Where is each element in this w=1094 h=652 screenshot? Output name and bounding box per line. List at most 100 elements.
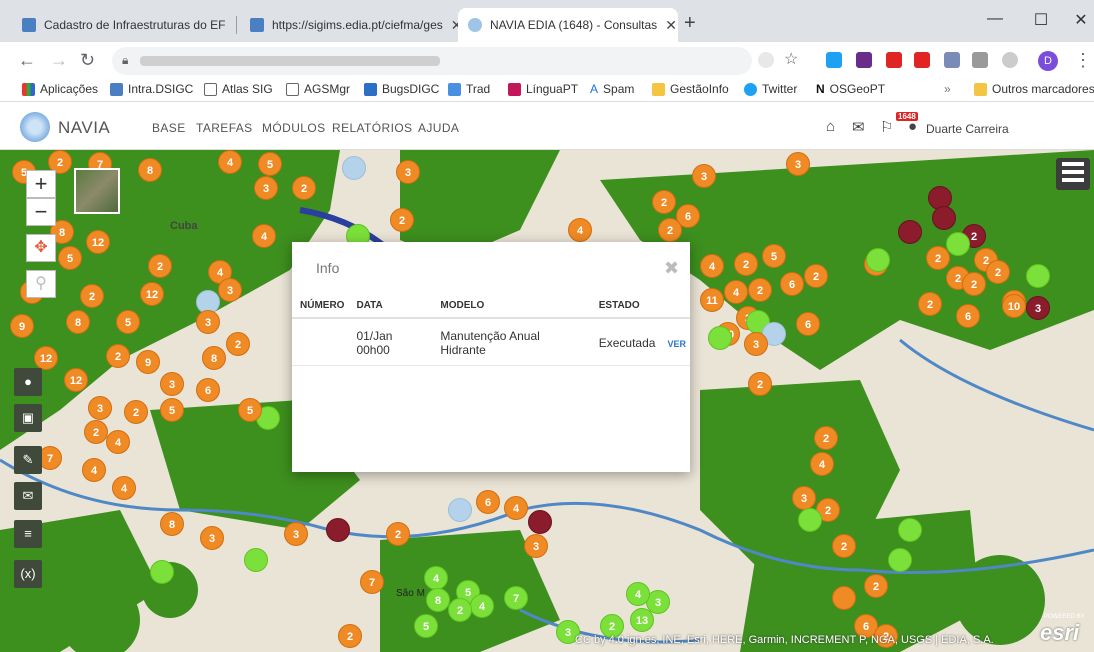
- map-marker[interactable]: [326, 518, 350, 542]
- close-icon[interactable]: ✖: [664, 258, 679, 279]
- formula-tool-icon[interactable]: (x): [14, 560, 42, 588]
- map-marker[interactable]: 6: [476, 490, 500, 514]
- map-marker[interactable]: 2: [864, 574, 888, 598]
- map-marker[interactable]: 4: [218, 150, 242, 174]
- map-marker[interactable]: 9: [10, 314, 34, 338]
- map-marker[interactable]: 2: [226, 332, 250, 356]
- map-marker[interactable]: [244, 548, 268, 572]
- map-marker[interactable]: 3: [196, 310, 220, 334]
- map-marker[interactable]: 4: [106, 430, 130, 454]
- map-marker[interactable]: 2: [124, 400, 148, 424]
- ver-link[interactable]: VER: [667, 339, 686, 349]
- star-icon[interactable]: ☆: [784, 49, 798, 69]
- chrome-menu-icon[interactable]: ⋮: [1074, 50, 1092, 71]
- map-marker[interactable]: 4: [724, 280, 748, 304]
- bookmark-atlas-sig[interactable]: Atlas SIG: [204, 82, 273, 96]
- map-marker[interactable]: 4: [568, 218, 592, 242]
- map-marker[interactable]: 2: [748, 372, 772, 396]
- map-marker[interactable]: [946, 232, 970, 256]
- twitter-extension-icon[interactable]: [826, 52, 842, 68]
- map-marker[interactable]: 2: [734, 252, 758, 276]
- map-marker[interactable]: 2: [292, 176, 316, 200]
- map-marker[interactable]: 2: [652, 190, 676, 214]
- map-marker[interactable]: 6: [956, 304, 980, 328]
- map-marker[interactable]: 3: [254, 176, 278, 200]
- map-marker[interactable]: [888, 548, 912, 572]
- map-marker[interactable]: 2: [804, 264, 828, 288]
- map-marker[interactable]: 12: [140, 282, 164, 306]
- map-marker[interactable]: 10: [1002, 294, 1026, 318]
- bookmark-apps[interactable]: Aplicações: [22, 82, 98, 96]
- user-name[interactable]: Duarte Carreira: [926, 122, 1009, 136]
- map-marker[interactable]: [832, 586, 856, 610]
- bookmarks-overflow[interactable]: »: [944, 82, 951, 96]
- map-marker[interactable]: [798, 508, 822, 532]
- extension-circle-icon[interactable]: [1002, 52, 1018, 68]
- map-marker[interactable]: 3: [218, 278, 242, 302]
- map-marker[interactable]: 2: [338, 624, 362, 648]
- map-marker[interactable]: 11: [700, 288, 724, 312]
- extension-youtube-icon[interactable]: [886, 52, 902, 68]
- home-icon[interactable]: ⌂: [826, 118, 835, 135]
- map-marker[interactable]: 4: [626, 582, 650, 606]
- bookmark-osgeopt[interactable]: N OSGeoPT: [816, 82, 885, 96]
- zoom-out-button[interactable]: −: [26, 198, 56, 226]
- map-marker[interactable]: 2: [448, 598, 472, 622]
- map-marker[interactable]: 2: [658, 218, 682, 242]
- map-marker[interactable]: 12: [64, 368, 88, 392]
- map-marker[interactable]: [708, 326, 732, 350]
- map-marker[interactable]: 4: [252, 224, 276, 248]
- map-marker[interactable]: 3: [284, 522, 308, 546]
- map-marker[interactable]: [150, 560, 174, 584]
- map-marker[interactable]: 2: [390, 208, 414, 232]
- wrench-tool-icon[interactable]: ✎: [14, 446, 42, 474]
- person-tool-icon[interactable]: ●: [14, 368, 42, 396]
- map-marker[interactable]: 6: [780, 272, 804, 296]
- map-marker[interactable]: 5: [258, 152, 282, 176]
- map-marker[interactable]: 5: [762, 244, 786, 268]
- translate-icon[interactable]: [758, 52, 774, 68]
- layer-list-button[interactable]: [1056, 158, 1090, 190]
- bookmark-spam[interactable]: Α Spam: [590, 82, 634, 96]
- map-marker[interactable]: 8: [66, 310, 90, 334]
- mail-icon[interactable]: ✉: [852, 118, 865, 136]
- back-icon[interactable]: ←: [18, 50, 36, 71]
- map-marker[interactable]: 12: [34, 346, 58, 370]
- close-window-icon[interactable]: ✕: [1058, 10, 1094, 30]
- profile-avatar[interactable]: D: [1038, 51, 1058, 71]
- map-marker[interactable]: 3: [692, 164, 716, 188]
- new-tab-icon[interactable]: +: [684, 12, 696, 35]
- chat-tool-icon[interactable]: ✉: [14, 482, 42, 510]
- map-marker[interactable]: [528, 510, 552, 534]
- map-marker[interactable]: 4: [112, 476, 136, 500]
- menu-ajuda[interactable]: AJUDA: [418, 121, 459, 135]
- bookmark-bugsdigc[interactable]: BugsDIGC: [364, 82, 439, 96]
- map-marker[interactable]: 8: [426, 588, 450, 612]
- map-marker[interactable]: [866, 248, 890, 272]
- map-marker[interactable]: 2: [84, 420, 108, 444]
- map-marker[interactable]: 3: [792, 486, 816, 510]
- forward-icon[interactable]: →: [50, 50, 68, 71]
- map-marker[interactable]: 8: [138, 158, 162, 182]
- map-marker[interactable]: [898, 220, 922, 244]
- extension-f-icon[interactable]: [914, 52, 930, 68]
- map-marker[interactable]: 3: [88, 396, 112, 420]
- table-tool-icon[interactable]: ≡: [14, 520, 42, 548]
- minimize-icon[interactable]: —: [972, 10, 1018, 28]
- extension-v-icon[interactable]: [856, 52, 872, 68]
- menu-tarefas[interactable]: TAREFAS: [196, 121, 253, 135]
- basemap-thumbnail[interactable]: [74, 168, 120, 214]
- map-marker[interactable]: 6: [196, 378, 220, 402]
- image-tool-icon[interactable]: ▣: [14, 404, 42, 432]
- map-marker[interactable]: 3: [160, 372, 184, 396]
- map-marker[interactable]: 3: [744, 332, 768, 356]
- bookmark-twitter[interactable]: Twitter: [744, 82, 797, 96]
- browser-tab-0[interactable]: Cadastro de Infraestruturas do EF ✕: [12, 8, 232, 42]
- map-marker[interactable]: 9: [136, 350, 160, 374]
- menu-base[interactable]: BASE: [152, 121, 186, 135]
- map-marker[interactable]: 3: [786, 152, 810, 176]
- locate-icon[interactable]: ✥: [26, 234, 56, 262]
- map-marker[interactable]: 2: [986, 260, 1010, 284]
- map-marker[interactable]: 2: [832, 534, 856, 558]
- extension-book-icon[interactable]: [944, 52, 960, 68]
